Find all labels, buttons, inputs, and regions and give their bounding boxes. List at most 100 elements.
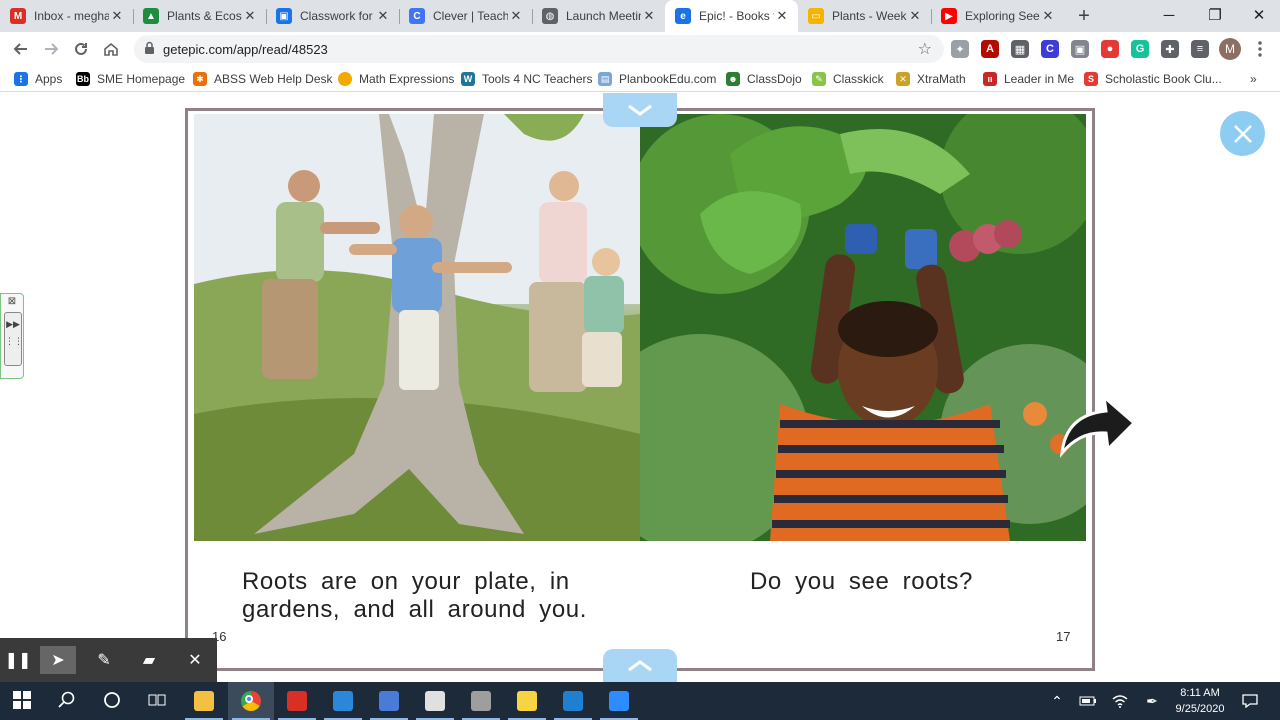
bookmark-leader-in-me[interactable]: ıı Leader in Me	[983, 70, 1074, 88]
ext-puzzle-gray-icon[interactable]: ✦	[951, 40, 969, 58]
tab-close-icon[interactable]: ✕	[641, 8, 657, 24]
bookmark-tools-4-nc-teachers[interactable]: W Tools 4 NC Teachers	[461, 70, 593, 88]
bottom-pull-tab[interactable]	[603, 649, 677, 682]
calculator-icon-glyph	[471, 691, 491, 711]
bookmark-label: Tools 4 NC Teachers	[482, 72, 593, 86]
url-text[interactable]: getepic.com/app/read/48523	[163, 42, 328, 57]
tab-title: Exploring Seec	[965, 9, 1040, 23]
wordpress-icon: W	[461, 72, 475, 86]
ext-reading-list-icon[interactable]: ≡	[1191, 40, 1209, 58]
ext-record-icon[interactable]: ●	[1101, 40, 1119, 58]
minimize-button[interactable]: ─	[1146, 0, 1192, 30]
bookmark-apps[interactable]: ⋮ Apps	[14, 70, 62, 88]
tab-0[interactable]: M Inbox - megha ✕	[0, 0, 133, 32]
address-bar[interactable]: getepic.com/app/read/48523 ☆	[134, 35, 944, 63]
ext-clever-icon[interactable]: C	[1041, 40, 1059, 58]
bookmark-label: Math Expressions	[359, 72, 455, 86]
ext-screencast-icon[interactable]: ▣	[1071, 40, 1089, 58]
paint-icon[interactable]	[412, 682, 458, 720]
back-button[interactable]	[8, 36, 34, 62]
docs-icon[interactable]	[366, 682, 412, 720]
battery-icon[interactable]	[1074, 682, 1102, 720]
tab-2[interactable]: ▣ Classwork for ✕	[266, 0, 399, 32]
restore-button[interactable]: ❐	[1192, 0, 1238, 30]
cortana-icon[interactable]	[90, 682, 136, 720]
reload-button[interactable]	[68, 36, 94, 62]
arrow-left-icon	[13, 43, 27, 55]
bookmark-math-expressions[interactable]: Math Expressions	[338, 70, 454, 88]
side-widget-panel[interactable]: ▶▶ ⋮⋮	[4, 312, 23, 366]
tab-title: Plants & Ecosy	[167, 9, 242, 23]
search-icon[interactable]	[45, 682, 91, 720]
double-chevron-icon: »	[1250, 72, 1257, 86]
google-drive-icon: ▲	[143, 8, 159, 24]
close-tools-icon[interactable]: ✕	[177, 646, 213, 674]
tab-close-icon[interactable]: ✕	[508, 8, 524, 24]
ext-grid-icon[interactable]: ▦	[1011, 40, 1029, 58]
new-tab-button[interactable]: +	[1064, 0, 1104, 32]
file-explorer-icon-glyph	[194, 691, 214, 711]
tray-chevron-icon[interactable]: ⌃	[1045, 682, 1069, 720]
calculator-icon[interactable]	[458, 682, 504, 720]
chrome-icon[interactable]	[228, 682, 274, 720]
apps-grid-icon: ⋮	[14, 72, 28, 86]
bookmark-star-icon[interactable]: ☆	[918, 39, 932, 59]
next-page-arrow-icon[interactable]	[1056, 393, 1138, 459]
tab-close-icon[interactable]: ✕	[774, 8, 790, 24]
lock-icon[interactable]	[144, 41, 155, 55]
tab-close-icon[interactable]: ✕	[1040, 8, 1056, 24]
tab-close-icon[interactable]: ✕	[109, 8, 125, 24]
eraser-icon[interactable]: ▰	[131, 646, 167, 674]
book-spread: Roots are on your plate, in gardens, and…	[185, 108, 1095, 671]
pen-workspace-icon[interactable]: ✒	[1138, 682, 1166, 720]
tab-close-icon[interactable]: ✕	[242, 8, 258, 24]
wifi-icon[interactable]	[1106, 682, 1134, 720]
bookmark-xtramath[interactable]: ✕ XtraMath	[896, 70, 966, 88]
bookmark-classdojo[interactable]: ☻ ClassDojo	[726, 70, 802, 88]
chrome-icon-glyph	[241, 691, 261, 711]
close-book-button[interactable]	[1220, 111, 1265, 156]
ext-grammarly-icon[interactable]: G	[1131, 40, 1149, 58]
window-close-button[interactable]: ✕	[1236, 0, 1280, 30]
notes-app-icon[interactable]	[320, 682, 366, 720]
tab-close-icon[interactable]: ✕	[375, 8, 391, 24]
side-widget[interactable]: ⊠ ▶▶ ⋮⋮	[0, 293, 24, 379]
ext-acrobat-icon[interactable]: A	[981, 40, 999, 58]
pause-icon[interactable]: ❚❚	[0, 646, 36, 674]
top-pull-tab[interactable]	[603, 93, 677, 127]
tab-3[interactable]: C Clever | Teache ✕	[399, 0, 532, 32]
clever-icon: C	[409, 8, 425, 24]
bookmarks-overflow-button[interactable]: »	[1250, 70, 1257, 88]
tab-close-icon[interactable]: ✕	[907, 8, 923, 24]
task-view-icon[interactable]	[135, 682, 181, 720]
pointer-icon[interactable]: ➤	[40, 646, 76, 674]
bookmark-planbookedu-com[interactable]: ▤ PlanbookEdu.com	[598, 70, 716, 88]
tab-5[interactable]: e Epic! - Books f ✕	[665, 0, 798, 32]
bookmark-classkick[interactable]: ✎ Classkick	[812, 70, 884, 88]
home-button[interactable]	[98, 36, 124, 62]
zoom-icon[interactable]	[596, 682, 642, 720]
forward-button[interactable]	[38, 36, 64, 62]
menu-button[interactable]	[1247, 36, 1273, 62]
pen-icon[interactable]: ✎	[86, 646, 122, 674]
sticky-notes-icon[interactable]	[504, 682, 550, 720]
media-player-icon[interactable]	[550, 682, 596, 720]
windows-start-icon[interactable]	[0, 682, 46, 720]
taskbar-clock[interactable]: 8:11 AM 9/25/2020	[1168, 685, 1232, 717]
tab-1[interactable]: ▲ Plants & Ecosy ✕	[133, 0, 266, 32]
cortana-icon-glyph	[103, 691, 123, 711]
file-explorer-icon[interactable]	[181, 682, 227, 720]
tab-4[interactable]: ◍ Launch Meetin ✕	[532, 0, 665, 32]
home-icon	[104, 42, 118, 56]
bookmark-sme-homepage[interactable]: Bb SME Homepage	[76, 70, 185, 88]
tab-6[interactable]: ▭ Plants - Week ✕	[798, 0, 931, 32]
profile-avatar[interactable]: M	[1219, 38, 1241, 60]
bookmark-scholastic-book-clu[interactable]: S Scholastic Book Clu...	[1084, 70, 1222, 88]
bookmark-label: Leader in Me	[1004, 72, 1075, 86]
ext-extensions-icon[interactable]: ✚	[1161, 40, 1179, 58]
tab-7[interactable]: ▶ Exploring Seec ✕	[931, 0, 1064, 32]
bookmark-abss-web-help-desk[interactable]: ✱ ABSS Web Help Desk	[193, 70, 333, 88]
mail-icon[interactable]	[274, 682, 320, 720]
reload-icon	[75, 42, 87, 55]
notifications-icon[interactable]	[1236, 682, 1264, 720]
